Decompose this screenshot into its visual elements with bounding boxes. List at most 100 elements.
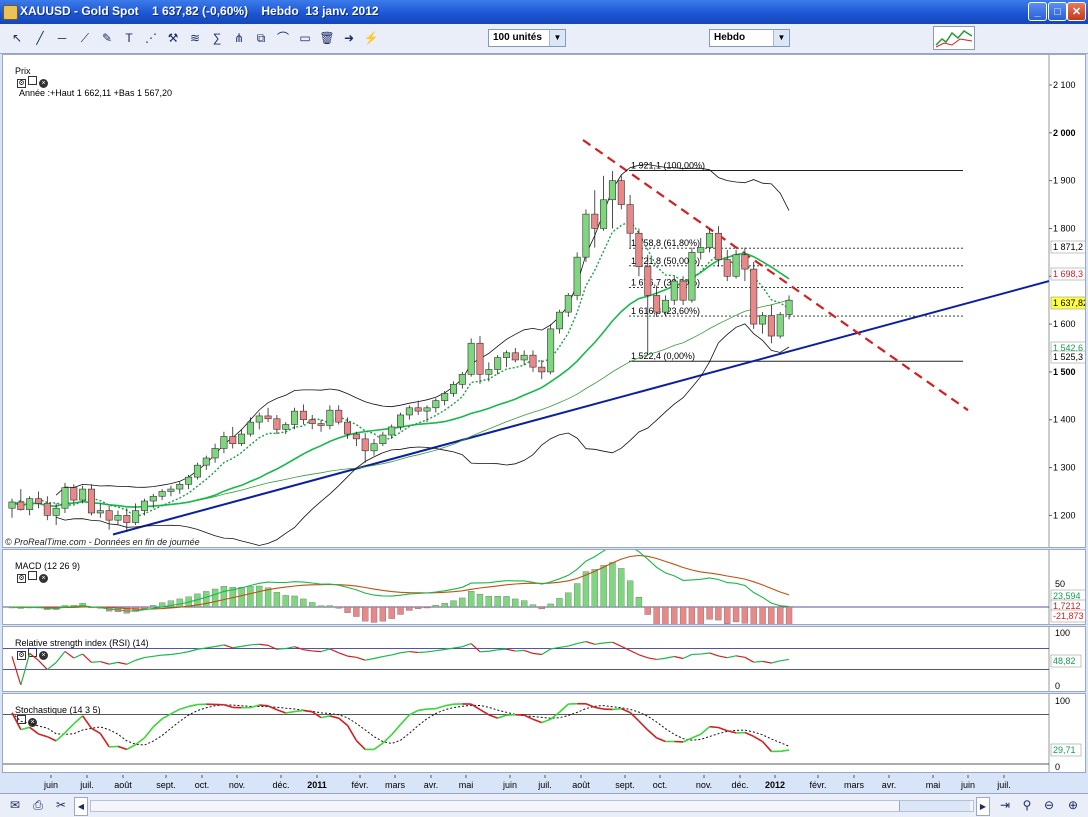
trash-icon[interactable]: 🗑	[318, 29, 336, 47]
candle-down	[530, 355, 536, 367]
h-line-icon[interactable]: ─	[53, 29, 71, 47]
rsi-line-segment	[383, 655, 392, 657]
macd-histogram-bar	[371, 607, 377, 622]
rsi-line-segment	[206, 647, 215, 648]
zoom-out-icon[interactable]: ⊖	[1040, 797, 1058, 814]
time-label: 2012	[765, 780, 785, 790]
app-icon	[3, 5, 18, 20]
stochastic-panel[interactable]: Stochastique (14 3 5) × 100029,71	[2, 693, 1086, 773]
rsi-line-segment	[144, 656, 153, 657]
stoch-k-segment	[701, 727, 710, 735]
candle-down	[627, 205, 633, 234]
fib-label: 1 522,4 (0,00%)	[631, 351, 695, 361]
rsi-line-segment	[12, 656, 21, 685]
candle-up	[194, 465, 200, 477]
candle-up	[424, 408, 430, 411]
time-label: avr.	[424, 780, 439, 790]
hammer-icon[interactable]: ⚒	[164, 29, 182, 47]
fork-icon[interactable]: ⋔	[230, 29, 248, 47]
window-title: XAUUSD - Gold Spot 1 637,82 (-0,60%) Heb…	[20, 4, 379, 18]
line-icon[interactable]: ╱	[31, 29, 49, 47]
pencil-icon[interactable]: ✎	[98, 29, 116, 47]
gann-icon[interactable]: ∑	[208, 29, 226, 47]
fib-icon[interactable]: ≋	[186, 29, 204, 47]
arrow-icon[interactable]: ➜	[340, 29, 358, 47]
rsi-line-segment	[215, 645, 224, 647]
candle-up	[185, 477, 191, 484]
rsi-line-segment	[683, 654, 692, 658]
rsi-line-segment	[657, 658, 666, 659]
rsi-line-segment	[127, 660, 136, 664]
macd-histogram-bar	[203, 591, 209, 607]
macd-histogram-bar	[512, 599, 518, 607]
cursor-icon[interactable]: ↖	[8, 29, 26, 47]
stoch-k-segment	[38, 734, 47, 737]
candle-up	[450, 384, 456, 393]
text-icon[interactable]: T	[120, 29, 138, 47]
maximize-button[interactable]: □	[1048, 2, 1067, 21]
rsi-panel[interactable]: Relative strength index (RSI) (14) ⚙× 10…	[2, 626, 1086, 692]
price-panel[interactable]: Prix ⚙× Année :+Haut 1 662,11 +Bas 1 567…	[2, 54, 1086, 548]
rsi-line-segment	[259, 644, 268, 645]
price-tag: 1 871,2	[1051, 241, 1085, 253]
macd-histogram-bar	[530, 605, 536, 607]
candle-down	[636, 233, 642, 266]
price-y-label: 1 200	[1053, 510, 1076, 520]
stoch-k-segment	[83, 716, 92, 728]
candle-up	[441, 393, 447, 400]
window-title-bar: XAUUSD - Gold Spot 1 637,82 (-0,60%) Heb…	[0, 0, 1088, 24]
candle-down	[768, 315, 774, 336]
rectangle-icon[interactable]: ▭	[296, 29, 314, 47]
rsi-y-label: 0	[1055, 681, 1060, 691]
channel-icon[interactable]: ⧉	[252, 29, 270, 47]
indicator-chart-icon[interactable]	[933, 26, 975, 50]
scroll-left-button[interactable]: ◀	[74, 797, 88, 816]
stoch-k-segment	[91, 728, 100, 733]
price-tag-text: 1 871,2	[1053, 242, 1083, 252]
price-chart: 2 1002 0001 9001 8001 7001 6001 5001 400…	[3, 55, 1085, 547]
print-icon[interactable]: ⎙	[29, 797, 47, 814]
stoch-k-segment	[286, 712, 295, 713]
close-button[interactable]: ✕	[1067, 2, 1086, 21]
scroll-right-button[interactable]: ▶	[976, 797, 990, 816]
stoch-k-segment	[259, 705, 268, 706]
minimize-button[interactable]: _	[1028, 2, 1047, 21]
rsi-line-segment	[171, 653, 180, 654]
rsi-line-segment	[506, 649, 515, 651]
macd-histogram-bar	[406, 607, 412, 610]
scroll-end-icon[interactable]: ⇥	[996, 797, 1014, 814]
fib-label: 1 921,1 (100,00%)	[631, 161, 705, 171]
email-icon[interactable]: ✉	[6, 797, 24, 814]
fib-fan-icon[interactable]: ⋰	[142, 29, 160, 47]
time-scrollbar[interactable]	[90, 800, 974, 812]
rsi-line-segment	[674, 656, 683, 658]
time-label: mars	[385, 780, 405, 790]
candle-up	[168, 489, 174, 491]
macd-histogram-bar	[680, 607, 686, 624]
candle-up	[79, 489, 85, 500]
rsi-line-segment	[604, 642, 613, 643]
wizard-icon[interactable]: ⚡	[362, 29, 380, 47]
candle-up	[388, 427, 394, 435]
rsi-tag-text: 48,82	[1053, 656, 1076, 666]
units-select[interactable]: 100 unités ▼	[488, 29, 566, 47]
time-label: déc.	[272, 780, 289, 790]
trend-icon[interactable]: ⟋	[76, 29, 94, 47]
zoom-fit-icon[interactable]: ⚲	[1018, 797, 1036, 814]
tools-icon[interactable]: ✂	[52, 797, 70, 814]
zoom-in-icon[interactable]: ⊕	[1064, 797, 1082, 814]
stoch-k-segment	[30, 727, 39, 734]
time-label: mai	[926, 780, 941, 790]
candle-down	[477, 343, 483, 374]
curve-icon[interactable]: ⌒	[274, 29, 292, 47]
stoch-k-segment	[418, 709, 427, 710]
rsi-line-segment	[295, 647, 304, 650]
stoch-k-segment	[489, 715, 498, 718]
stoch-k-segment	[330, 716, 339, 718]
rsi-line-segment	[427, 651, 436, 652]
macd-panel[interactable]: MACD (12 26 9) ⚙× 5023,5941,7212-21,873	[2, 549, 1086, 625]
period-select[interactable]: Hebdo ▼	[709, 29, 790, 47]
candle-up	[689, 252, 695, 300]
candle-down	[35, 499, 41, 504]
scrollbar-thumb[interactable]	[899, 801, 970, 811]
